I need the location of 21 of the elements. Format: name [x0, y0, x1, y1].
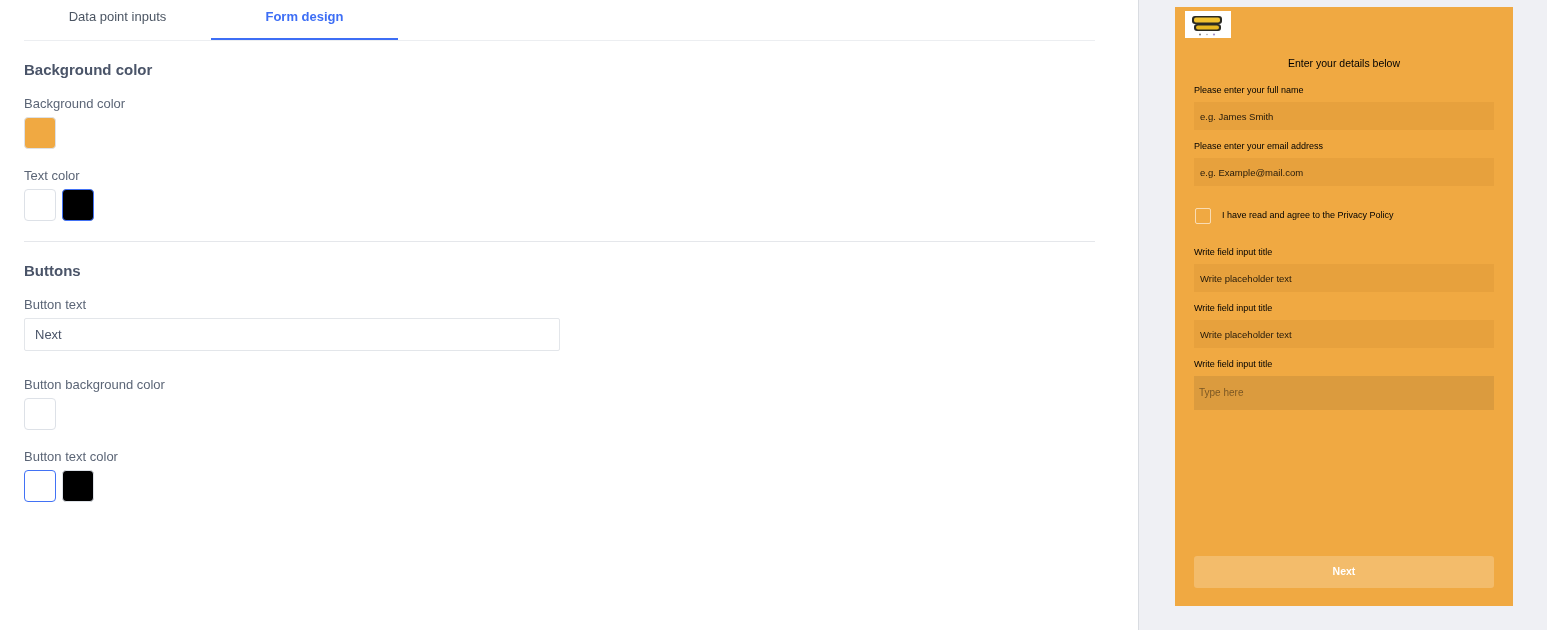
- button-text-field[interactable]: Next: [24, 318, 560, 351]
- field-label: Please enter your full name: [1194, 84, 1304, 96]
- field-label: Write field input title: [1194, 302, 1273, 314]
- tab[interactable]: Form design: [211, 0, 398, 40]
- field-label: Button text: [24, 296, 87, 314]
- checkbox[interactable]: [1195, 208, 1211, 224]
- section-heading: Buttons: [24, 261, 82, 281]
- logo-drawing: [1185, 11, 1231, 38]
- checkbox-label: I have read and agree to the Privacy Policy: [1222, 209, 1394, 223]
- field-label: Please enter your email address: [1194, 140, 1324, 152]
- field-label: Write field input title: [1194, 358, 1273, 370]
- field-label: Background color: [24, 95, 126, 113]
- section-heading: Background color: [24, 60, 154, 80]
- field-label: Text color: [24, 167, 80, 185]
- form-title: Enter your details below: [1286, 56, 1402, 70]
- color-swatch[interactable]: [24, 470, 56, 502]
- field-label: Write field input title: [1194, 246, 1273, 258]
- color-swatch[interactable]: [62, 189, 94, 221]
- field-label: Button background color: [24, 376, 165, 394]
- field-label: Button text color: [24, 448, 118, 466]
- tab[interactable]: Data point inputs: [24, 0, 211, 40]
